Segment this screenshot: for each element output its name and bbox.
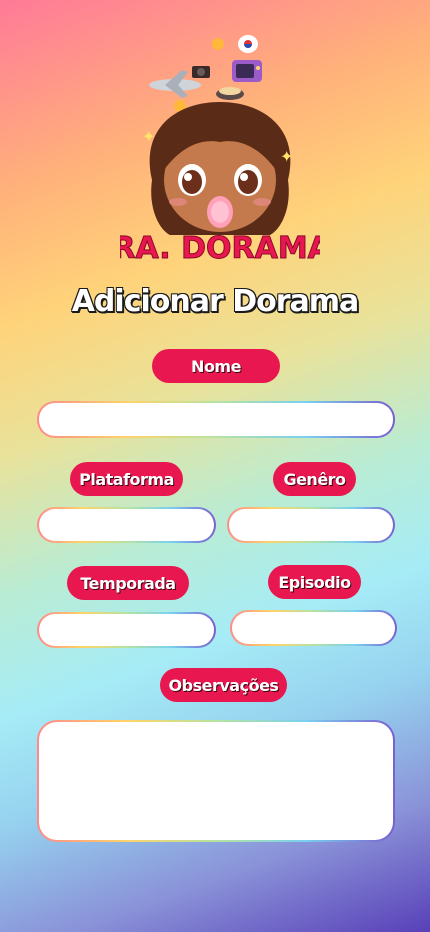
page-title: Adicionar Dorama <box>71 284 360 319</box>
temporada-input[interactable] <box>37 612 216 648</box>
episodio-input[interactable] <box>230 610 397 646</box>
camera-icon <box>192 66 210 78</box>
episodio-label: Episodio <box>268 565 361 599</box>
nome-label: Nome <box>152 349 280 383</box>
food-bowl-icon <box>216 87 244 100</box>
temporada-label: Temporada <box>67 566 189 600</box>
plataforma-label: Plataforma <box>70 462 183 496</box>
nome-input[interactable] <box>37 401 395 438</box>
korea-flag-icon <box>238 35 258 53</box>
plataforma-input[interactable] <box>37 507 216 543</box>
genero-label: Genêro <box>273 462 356 496</box>
observacoes-label: Observações <box>160 668 287 702</box>
observacoes-textarea[interactable] <box>37 720 395 842</box>
app-logo: ✦ ✦ DRA. DORAMAS <box>87 30 353 270</box>
tv-icon <box>232 60 262 82</box>
logo-text: DRA. DORAMAS <box>120 231 320 266</box>
svg-text:✦: ✦ <box>142 127 155 146</box>
svg-text:✦: ✦ <box>280 147 293 166</box>
genero-input[interactable] <box>227 507 395 543</box>
cartoon-girl-logo-icon: ✦ ✦ DRA. DORAMAS <box>87 35 353 267</box>
